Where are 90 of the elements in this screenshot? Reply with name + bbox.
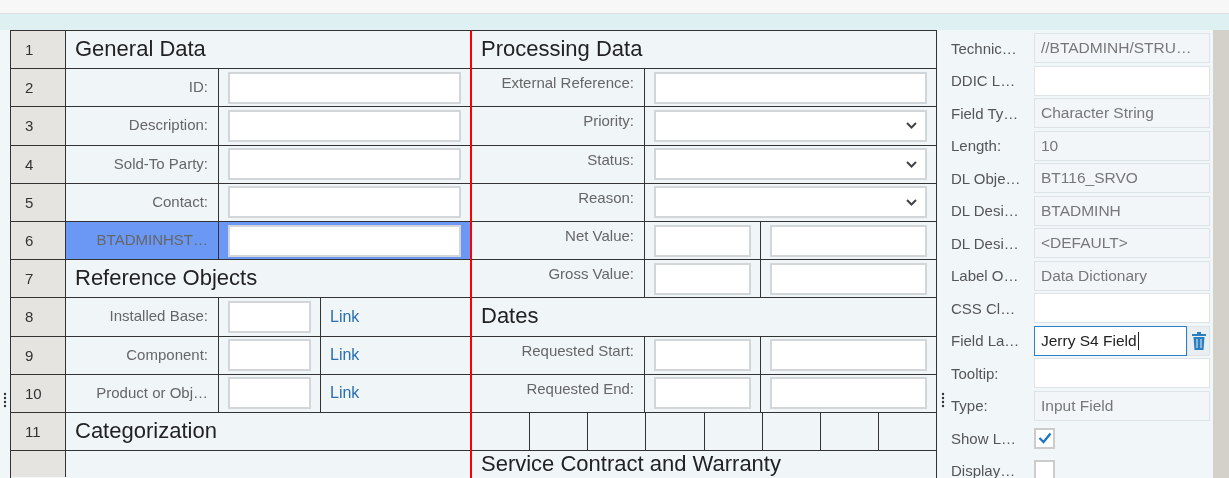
input-field[interactable]	[1034, 65, 1210, 96]
section-heading: Reference Objects	[74, 264, 259, 293]
row-number: 6	[11, 221, 66, 260]
input-field[interactable]: Jerry S4 Field	[1034, 325, 1187, 356]
field-label: Priority:	[472, 107, 645, 145]
scrollbar[interactable]	[1213, 30, 1229, 478]
field-label: Requested End:	[472, 374, 645, 412]
input-field[interactable]	[228, 109, 461, 142]
readonly-field: <DEFAULT>	[1034, 228, 1210, 259]
field-label[interactable]: Description:	[66, 107, 219, 145]
input-field[interactable]	[228, 300, 311, 333]
property-label: DL Obje…	[951, 169, 1022, 187]
input-field[interactable]	[654, 339, 751, 372]
row-number: 3	[11, 107, 66, 145]
readonly-field: BT116_SRVO	[1034, 163, 1210, 194]
input-field[interactable]	[228, 377, 311, 410]
row-number: 11	[11, 412, 66, 451]
row-number: 9	[11, 336, 66, 374]
input-field[interactable]	[770, 377, 927, 410]
property-label: Field Ty…	[951, 104, 1020, 122]
readonly-field: BTADMINH	[1034, 195, 1210, 226]
row-number: 8	[11, 298, 66, 336]
property-label: Show L…	[951, 429, 1018, 447]
readonly-field: Input Field	[1034, 390, 1210, 421]
property-label: Tooltip:	[951, 364, 1000, 382]
input-field[interactable]	[228, 186, 461, 219]
property-label: CSS Cl…	[951, 299, 1017, 317]
chevron-down-icon	[906, 122, 917, 130]
delete-button[interactable]	[1187, 325, 1210, 356]
field-label: Status:	[472, 145, 645, 183]
property-label: Length:	[951, 137, 1003, 155]
input-field[interactable]	[228, 339, 311, 372]
link[interactable]: Link	[330, 384, 360, 403]
link[interactable]: Link	[330, 346, 360, 365]
row-number: 10	[11, 374, 66, 412]
readonly-field: Data Dictionary	[1034, 260, 1210, 291]
field-label[interactable]: Installed Base:	[66, 298, 219, 336]
field-label[interactable]: Sold-To Party:	[66, 145, 219, 183]
row-number: 2	[11, 69, 66, 107]
resize-handle-icon[interactable]	[3, 392, 7, 408]
field-label: Gross Value:	[472, 260, 645, 298]
row-number: 1	[11, 31, 66, 69]
input-field[interactable]	[770, 262, 927, 295]
section-heading: Service Contract and Warranty	[480, 451, 782, 478]
section-heading: Processing Data	[480, 35, 644, 63]
input-field[interactable]	[654, 71, 927, 104]
trash-icon	[1191, 331, 1206, 350]
input-field[interactable]	[654, 377, 751, 410]
readonly-field: Character String	[1034, 98, 1210, 129]
field-label: External Reference:	[472, 69, 645, 107]
chevron-down-icon	[906, 160, 917, 168]
property-label: DL Desi…	[951, 234, 1020, 252]
input-field[interactable]	[654, 262, 751, 295]
link[interactable]: Link	[330, 307, 360, 326]
field-label: Requested Start:	[472, 336, 645, 374]
checkbox[interactable]	[1034, 460, 1055, 478]
section-heading: Dates	[480, 302, 540, 331]
section-heading: Categorization	[74, 416, 218, 445]
chevron-down-icon	[906, 198, 917, 206]
property-label: DL Desi…	[951, 202, 1020, 220]
property-label: Type:	[951, 397, 989, 415]
field-label: Net Value:	[472, 221, 645, 260]
dropdown[interactable]	[654, 186, 927, 219]
field-label[interactable]: Contact:	[66, 183, 219, 221]
resize-handle-icon[interactable]	[941, 392, 945, 408]
row-number: 4	[11, 145, 66, 183]
input-field[interactable]	[228, 71, 461, 104]
row-number: 5	[11, 183, 66, 221]
input-field[interactable]	[1034, 358, 1210, 389]
property-label: Technic…	[951, 39, 1018, 57]
property-label: Label O…	[951, 267, 1020, 285]
field-label[interactable]: ID:	[66, 69, 219, 107]
input-field[interactable]	[1034, 293, 1210, 324]
field-label: Reason:	[472, 183, 645, 221]
field-label[interactable]: Component:	[66, 336, 219, 374]
input-field[interactable]	[228, 224, 461, 257]
input-field[interactable]	[654, 224, 751, 257]
section-heading: General Data	[74, 35, 207, 63]
dropdown[interactable]	[654, 148, 927, 181]
input-field[interactable]	[770, 339, 927, 372]
input-field[interactable]	[770, 224, 927, 257]
field-label[interactable]: Product or Obj…	[66, 374, 219, 412]
row-number: 7	[11, 260, 66, 298]
dropdown[interactable]	[654, 109, 927, 142]
input-field[interactable]	[228, 148, 461, 181]
property-label: Field La…	[951, 332, 1021, 350]
readonly-field: 10	[1034, 130, 1210, 161]
property-label: DDIC L…	[951, 72, 1017, 90]
checkbox[interactable]	[1034, 427, 1055, 449]
readonly-field: //BTADMINH/STRU…	[1034, 33, 1210, 64]
